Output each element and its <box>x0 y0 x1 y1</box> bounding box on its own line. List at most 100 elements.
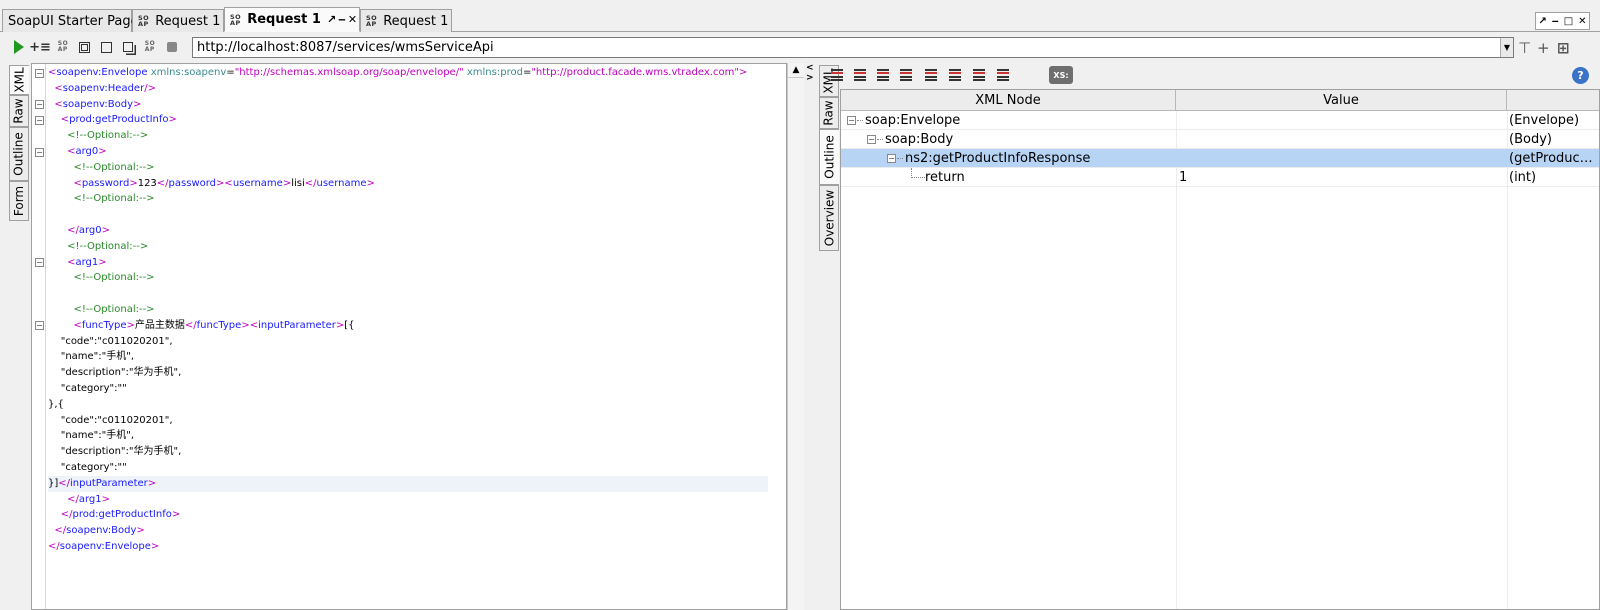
add-assertion-icon[interactable]: +≡ <box>29 39 51 55</box>
code-token: username <box>232 177 283 189</box>
request-view-tabs: XML Raw Outline Form <box>8 63 30 610</box>
column-header-value[interactable]: Value <box>1176 90 1507 111</box>
response-outline-tree[interactable]: XML Node Value − soap:Envelope (Envelope) −… <box>840 89 1600 610</box>
tree-node-value: 1 <box>1179 170 1188 185</box>
create-mockservice-icon[interactable] <box>76 39 92 55</box>
tree-row[interactable]: − soap:Body (Body) <box>841 130 1599 149</box>
tree-node-name: ns2:getProductInfoResponse <box>905 151 1091 166</box>
tab-request-xml[interactable]: XML <box>9 65 29 95</box>
expand-all-icon[interactable] <box>924 68 938 82</box>
code-token: </ <box>60 509 73 521</box>
code-token: funcType <box>196 319 242 331</box>
format-wrap-icon[interactable] <box>899 68 913 82</box>
endpoint-url-field[interactable]: http://localhost:8087/services/wmsServic… <box>192 37 1514 58</box>
help-icon[interactable]: ? <box>1572 67 1589 84</box>
tree-row[interactable]: − soap:Envelope (Envelope) <box>841 111 1599 130</box>
minimize-icon[interactable]: ‒ <box>1552 16 1559 27</box>
ws-addressing-icon[interactable]: SO AP <box>142 39 158 55</box>
tab-request-1-b[interactable]: SO AP Request 1 <box>360 9 452 32</box>
soap-version-icon[interactable]: SO AP <box>55 39 71 55</box>
maximize-icon[interactable]: □ <box>1564 16 1573 27</box>
code-line: </soapenv:Envelope> <box>48 539 768 555</box>
detach-icon[interactable]: ↗ <box>1538 16 1546 27</box>
tab-request-form[interactable]: Form <box>9 181 29 221</box>
code-token: < <box>60 114 70 126</box>
fold-toggle-icon[interactable]: − <box>35 68 44 78</box>
window-controls[interactable]: ↗ ‒ □ ✕ <box>1535 12 1590 30</box>
code-line: "code":"c011020201", <box>48 413 768 429</box>
collapse-left-icon[interactable]: < <box>806 63 814 73</box>
fold-toggle-icon[interactable]: − <box>35 100 44 110</box>
code-token: "name":"手机", <box>48 351 135 363</box>
move-up-icon[interactable] <box>972 68 986 82</box>
code-token: <!--Optional:--> <box>73 193 155 205</box>
code-token: > <box>98 256 107 268</box>
tab-request-1-active[interactable]: SO AP Request 1 ↗‒✕ <box>224 7 360 32</box>
column-header-type[interactable] <box>1507 90 1599 111</box>
fold-toggle-icon[interactable]: − <box>35 115 44 125</box>
outline-toolbar <box>831 63 1600 88</box>
tab-response-overview[interactable]: Overview <box>819 185 839 251</box>
format-lines-icon[interactable] <box>876 68 890 82</box>
collapse-all-icon[interactable] <box>948 68 962 82</box>
code-line: <prod:getProductInfo> <box>48 112 768 128</box>
filter-endpoint-icon[interactable]: ⊤ <box>1518 39 1531 57</box>
format-align-icon[interactable] <box>830 68 844 82</box>
move-down-icon[interactable] <box>996 68 1010 82</box>
code-token: xmlns:prod <box>463 67 523 78</box>
tree-row[interactable]: − ns2:getProductInfoResponse (getProduc… <box>841 149 1599 168</box>
code-token: > <box>136 525 145 537</box>
collapse-right-icon[interactable]: > <box>806 73 814 83</box>
soap-icon: SO AP <box>366 14 378 28</box>
fold-toggle-icon[interactable]: − <box>35 258 44 268</box>
code-token: xmlns:soapenv <box>147 67 227 78</box>
tab-request-raw[interactable]: Raw <box>9 95 29 127</box>
code-line: "description":"华为手机", <box>48 365 768 381</box>
code-token: inputParameter <box>70 477 148 489</box>
tab-window-controls-icon[interactable]: ↗‒✕ <box>327 13 359 26</box>
add-endpoint-icon[interactable]: + <box>1537 39 1550 57</box>
code-line: "name":"手机", <box>48 428 768 444</box>
chevron-down-icon[interactable]: ▼ <box>1500 38 1513 57</box>
tree-connector <box>857 120 863 121</box>
code-token: "code":"c011020201", <box>48 414 173 426</box>
code-token: "category":"" <box>48 383 127 394</box>
run-request-icon[interactable] <box>11 39 27 55</box>
tab-response-raw[interactable]: Raw <box>819 97 839 129</box>
edit-endpoint-icon[interactable]: ⊞ <box>1557 39 1570 57</box>
request-xml-editor[interactable]: − − − − − − <soapenv:Envelope xmlns:soapenv="… <box>31 63 787 610</box>
format-indent-icon[interactable] <box>853 68 867 82</box>
tree-collapse-icon[interactable]: − <box>867 135 876 144</box>
code-token: arg0 <box>75 146 99 157</box>
editor-tab-strip: SoapUI Starter Page SO AP Request 1 SO AP … <box>0 0 1600 32</box>
code-token: soapenv:Body <box>62 98 134 110</box>
tree-collapse-icon[interactable]: − <box>887 154 896 163</box>
code-token: /> <box>144 82 156 94</box>
tree-connector <box>897 158 903 159</box>
code-token: "code":"c011020201", <box>48 335 173 347</box>
xsd-toggle-icon[interactable]: XS: <box>1049 66 1073 84</box>
code-token: 产品主数据 <box>134 319 185 331</box>
tab-request-1[interactable]: SO AP Request 1 <box>132 9 224 32</box>
tab-soapui-starter-page[interactable]: SoapUI Starter Page <box>2 9 139 32</box>
split-pane-divider[interactable]: < > <box>804 63 818 610</box>
close-icon[interactable]: ✕ <box>1578 16 1586 27</box>
code-token: > <box>98 146 107 157</box>
scroll-up-icon[interactable]: ▲ <box>788 63 804 78</box>
code-token: </ <box>304 177 317 189</box>
tile-icon[interactable] <box>98 39 114 55</box>
fold-toggle-icon[interactable]: − <box>35 147 44 157</box>
column-header-xml-node[interactable]: XML Node <box>841 90 1176 111</box>
code-line: <!--Optional:--> <box>48 302 768 318</box>
stop-icon[interactable] <box>164 39 180 55</box>
editor-scrollbar[interactable]: ▲ <box>787 63 804 610</box>
tree-collapse-icon[interactable]: − <box>847 116 856 125</box>
tree-row[interactable]: return 1 (int) <box>841 168 1599 187</box>
tab-response-outline[interactable]: Outline <box>819 129 839 185</box>
clone-icon[interactable] <box>120 39 136 55</box>
tab-request-outline[interactable]: Outline <box>9 127 29 181</box>
fold-toggle-icon[interactable]: − <box>35 321 44 331</box>
